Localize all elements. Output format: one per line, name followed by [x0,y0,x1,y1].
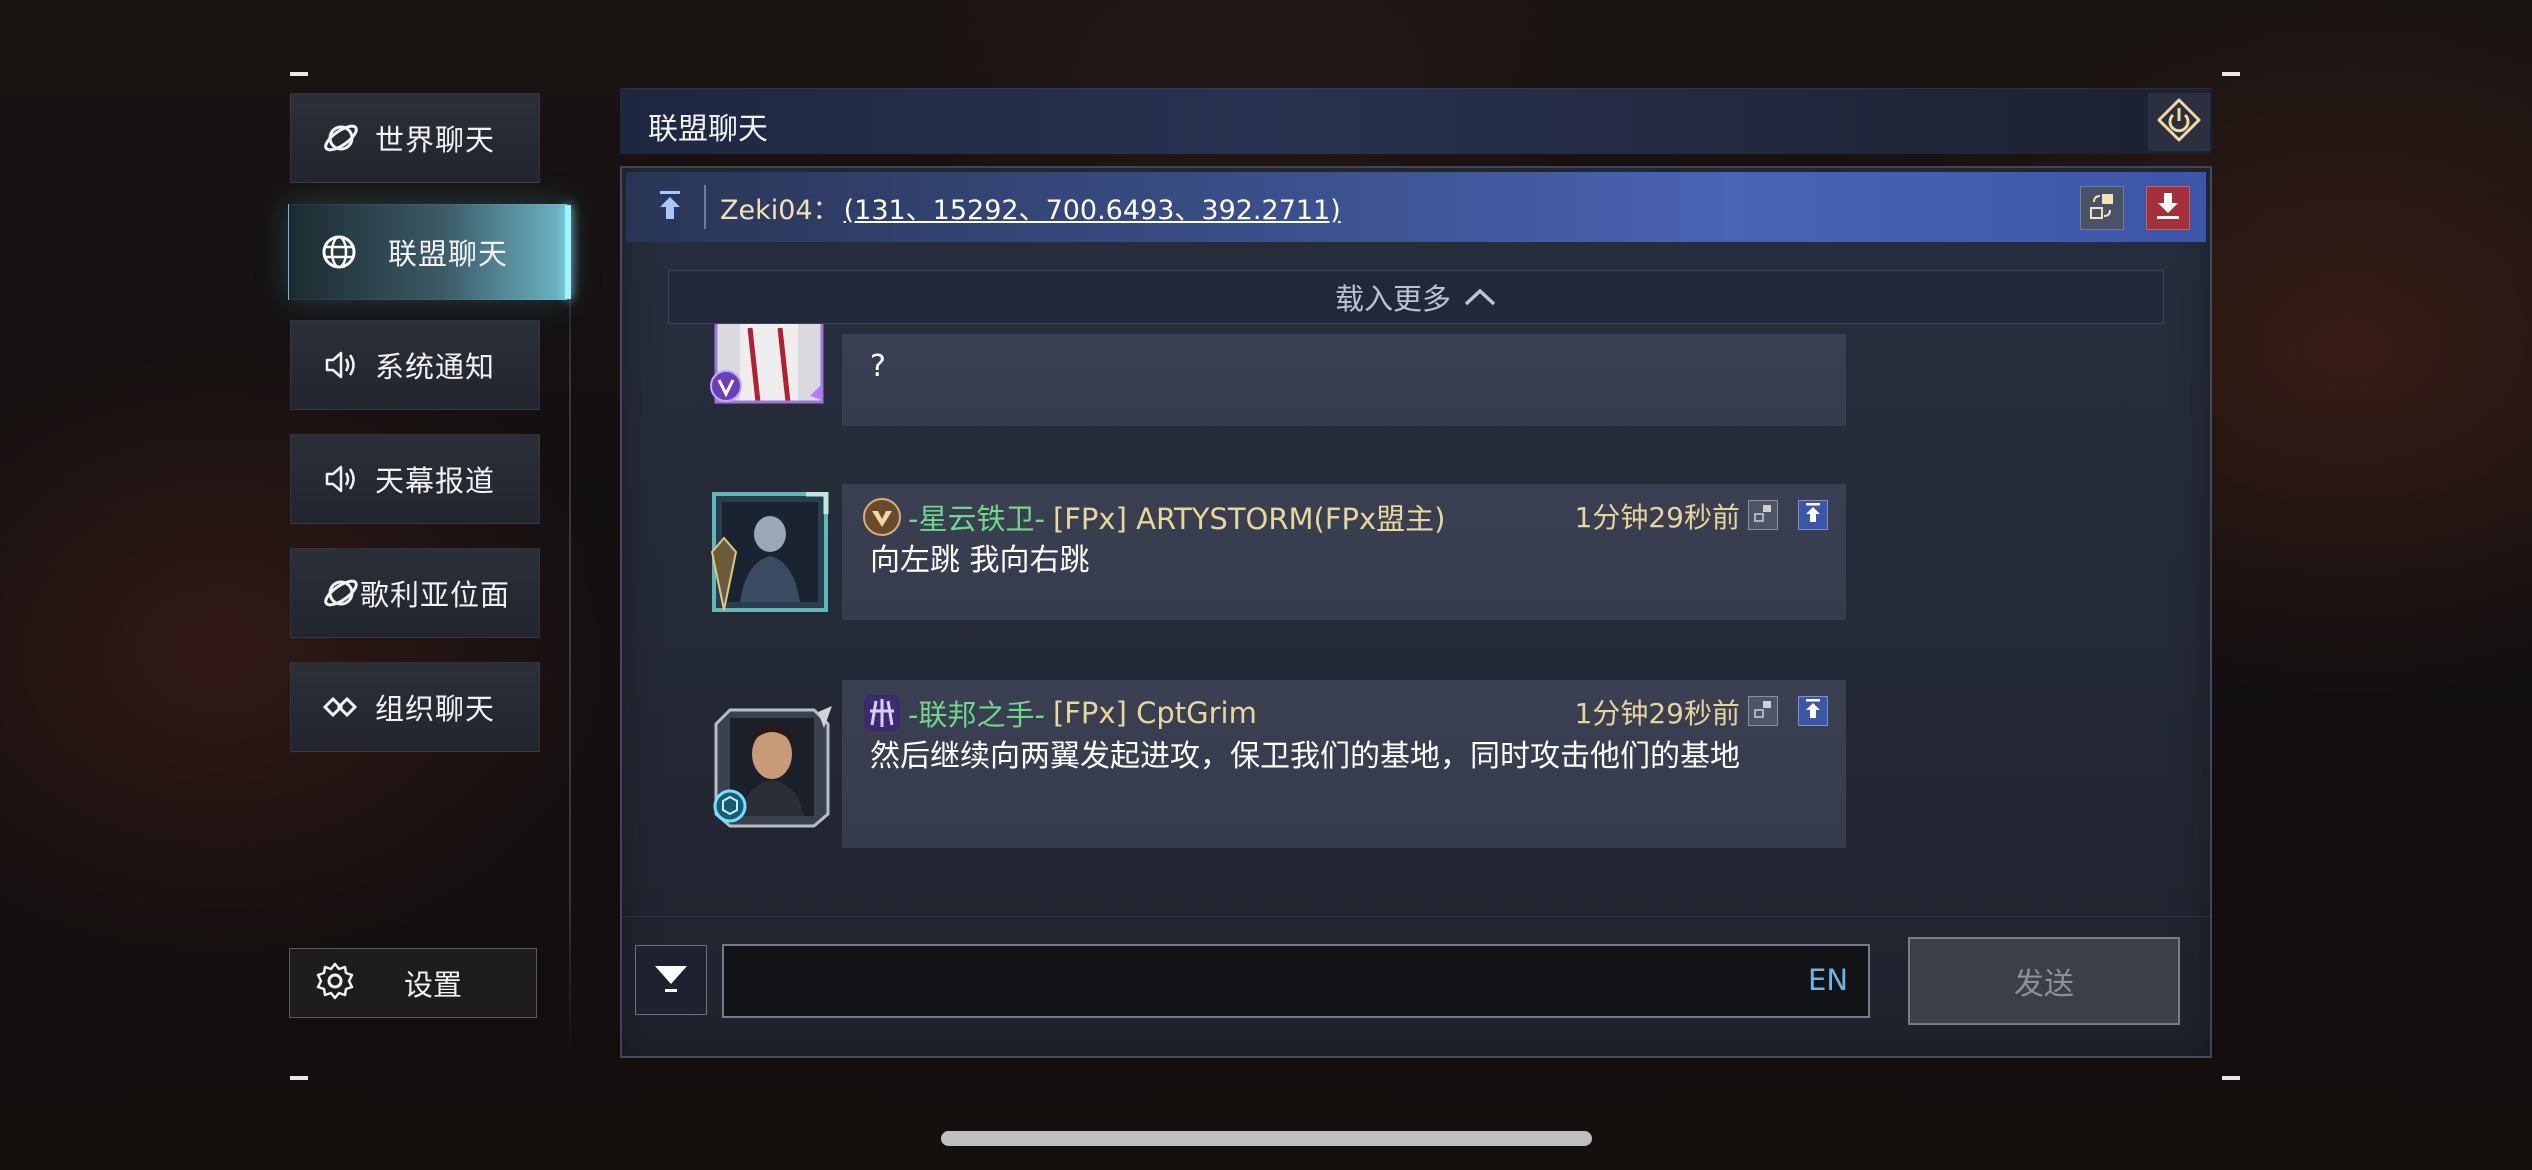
input-row: EN 发送 [622,916,2210,1056]
message-text: ? [870,349,886,384]
avatar[interactable] [710,491,830,614]
corner-mark [290,72,308,76]
chat-input[interactable] [722,944,1870,1018]
avatar[interactable] [710,702,832,836]
collapse-button[interactable] [635,945,707,1015]
pinned-coordinates-link[interactable]: (131、15292、700.6493、392.2711) [844,188,1341,227]
home-indicator[interactable] [941,1131,1592,1146]
rank-badge-icon [862,497,902,537]
page-title: 联盟聊天 [648,112,768,147]
sidebar-item-world-chat[interactable]: 世界聊天 [290,93,540,183]
corner-mark [2222,72,2240,76]
player-name[interactable]: [FPx] ARTYSTORM(FPx盟主) [1053,496,1446,538]
pinned-author: Zeki04： [720,194,840,226]
sidebar-item-sky-report[interactable]: 天幕报道 [290,434,540,524]
share-message-button[interactable] [1748,500,1778,530]
share-message-button[interactable] [1748,696,1778,726]
message-text: 然后继续向两翼发起进攻，保卫我们的基地，同时攻击他们的基地 [870,739,1740,774]
arrow-up-icon [1803,502,1823,528]
share-icon [2088,192,2116,224]
send-button[interactable]: 发送 [1908,937,2180,1025]
share-icon [1753,503,1773,527]
sidebar-item-label: 系统通知 [374,350,495,384]
sidebar-item-label: 组织聊天 [374,692,495,726]
message-text: 向左跳 我向右跳 [870,543,1090,578]
sidebar-item-system-notice[interactable]: 系统通知 [290,320,540,410]
avatar[interactable] [710,316,830,404]
player-name[interactable]: [FPx] CptGrim [1053,696,1257,730]
pin-top-button[interactable] [640,177,700,237]
corner-mark [2222,1076,2240,1080]
triangle-down-icon [651,958,691,1002]
exit-button[interactable] [2148,93,2210,151]
arrow-up-icon [655,189,685,225]
player-title: -星云铁卫- [908,502,1045,536]
sidebar-item-label: 联盟聊天 [387,237,508,271]
download-icon [2154,191,2182,225]
sidebar-item-label: 歌利亚位面 [359,578,510,612]
message-time: 1分钟29秒前 [1574,697,1740,730]
settings-button[interactable]: 设置 [289,948,537,1018]
settings-label: 设置 [403,968,462,1002]
unpin-button[interactable] [2146,186,2190,230]
sidebar-item-alliance-chat[interactable]: 联盟聊天 [288,204,571,300]
share-button[interactable] [2080,186,2124,230]
rank-badge-icon [862,693,902,733]
corner-mark [290,1076,308,1080]
message-header: -联邦之手- [FPx] CptGrim [862,692,1257,734]
language-toggle[interactable]: EN [1808,963,1848,997]
chat-panel: Zeki04： (131、15292、700.6493、392.2711) 载入… [620,166,2212,1058]
pin-message-button[interactable] [1798,696,1828,726]
load-more-button[interactable]: 载入更多 [668,270,2164,324]
message-header: -星云铁卫- [FPx] ARTYSTORM(FPx盟主) [862,496,1446,538]
sidebar-item-label: 世界聊天 [374,123,495,157]
pinned-actions [2080,186,2190,230]
pinned-message-bar[interactable]: Zeki04： (131、15292、700.6493、392.2711) [626,172,2206,242]
sidebar-item-label: 天幕报道 [374,464,495,498]
sidebar-item-goliath-plane[interactable]: 歌利亚位面 [290,548,540,638]
pin-message-button[interactable] [1798,500,1828,530]
chat-message[interactable]: -联邦之手- [FPx] CptGrim 1分钟29秒前 然后继续向两翼发起进攻… [842,680,1846,848]
sidebar-item-organization-chat[interactable]: 组织聊天 [290,662,540,752]
load-more-label: 载入更多 [1334,282,1451,316]
power-icon [2154,95,2204,149]
share-icon [1753,699,1773,723]
panel-header: 联盟聊天 [620,88,2212,154]
separator [704,185,706,229]
player-title: -联邦之手- [908,698,1045,732]
chat-message[interactable]: -星云铁卫- [FPx] ARTYSTORM(FPx盟主) 1分钟29秒前 向左… [842,484,1846,620]
arrow-up-icon [1803,698,1823,724]
chat-message[interactable]: ? [842,334,1846,426]
chevron-up-icon [1463,280,1497,314]
message-time: 1分钟29秒前 [1574,501,1740,534]
sidebar-divider [569,205,571,1055]
